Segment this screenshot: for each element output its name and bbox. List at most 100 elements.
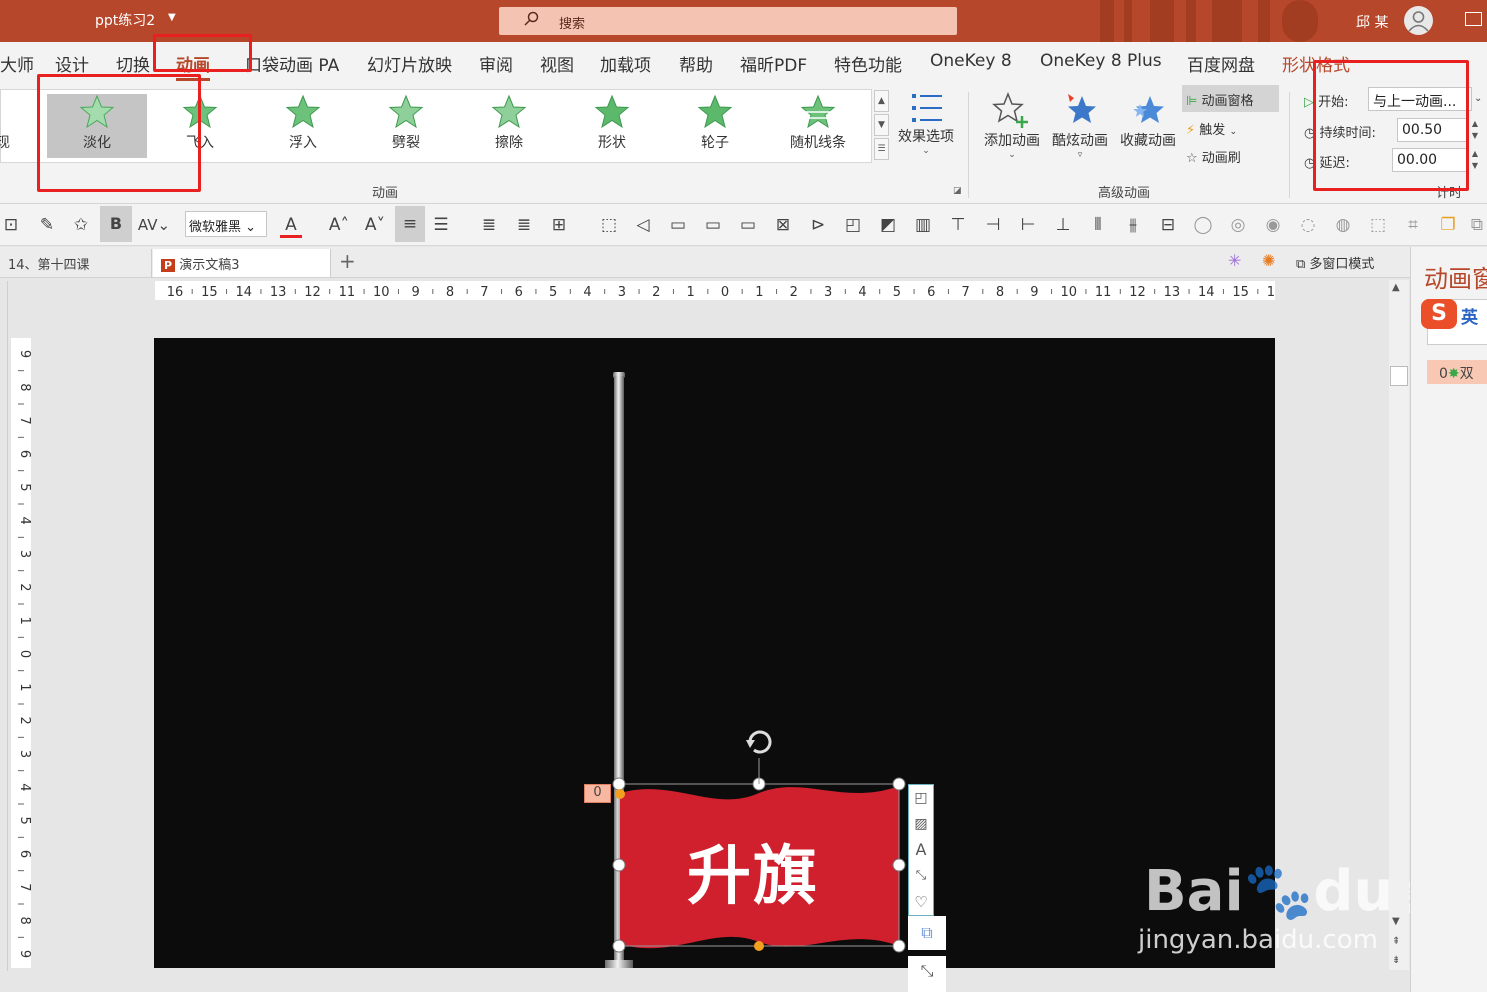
justify-icon[interactable]: ☰ — [430, 214, 452, 236]
resize-handle[interactable] — [892, 777, 906, 791]
align-middle-icon[interactable]: ⊥ — [1052, 214, 1074, 236]
effect-options-button[interactable]: 效果选项 ⌄ — [893, 90, 959, 166]
cool-animation-button[interactable]: 酷炫动画 ▿ — [1048, 90, 1112, 160]
bring-forward-icon[interactable]: ❐ — [1437, 214, 1459, 236]
user-name[interactable]: 邱 某 — [1356, 12, 1388, 32]
next-slide-icon[interactable]: ⇟ — [1392, 955, 1400, 966]
resize-handle[interactable] — [612, 858, 626, 872]
add-animation-button[interactable]: 添加动画 ⌄ — [980, 90, 1044, 160]
tab-onekey8-plus[interactable]: OneKey 8 Plus — [1040, 51, 1162, 71]
effect-split[interactable]: 劈裂 — [356, 94, 456, 158]
animation-pane-button[interactable]: ⊫ 动画窗格 — [1182, 85, 1279, 112]
align-center-icon[interactable]: ≡ — [395, 206, 425, 242]
resize-handle[interactable] — [612, 939, 626, 953]
magic-icon[interactable]: ✳ — [1228, 251, 1241, 270]
animation-order-tag[interactable]: 0 — [584, 784, 611, 803]
align-right-edge-icon[interactable]: ⊣ — [982, 214, 1004, 236]
trigger-button[interactable]: ⚡ 触发 ⌄ — [1186, 119, 1237, 138]
slide-canvas[interactable]: 升旗 0 ◰ ▨ A ⤡ ♡ ⧉ ⤡ — [154, 338, 1275, 992]
avatar[interactable] — [1404, 6, 1433, 35]
title-dropdown-icon[interactable]: ▼ — [168, 12, 176, 23]
tab-pocket-animation[interactable]: 口袋动画 PA — [245, 51, 339, 76]
align-left-edge-icon[interactable]: ⊢ — [1017, 214, 1039, 236]
font-color-icon[interactable]: A — [280, 214, 302, 238]
fragment-icon[interactable]: ◌ — [1297, 214, 1319, 236]
effect-random-bars[interactable]: 随机线条 — [768, 94, 868, 158]
scroll-down-icon[interactable]: ▼ — [1392, 916, 1400, 927]
effect-wipe[interactable]: 擦除 — [459, 94, 559, 158]
text-box-2-icon[interactable]: ⊳ — [807, 214, 829, 236]
tab-review[interactable]: 审阅 — [479, 51, 513, 76]
box-icon[interactable]: ▭ — [667, 214, 689, 236]
effect-appear[interactable]: 现 — [0, 94, 14, 158]
gallery-expand[interactable]: ☰ — [874, 138, 889, 160]
duration-spinner[interactable]: ▲ ▼ — [1469, 118, 1481, 142]
arrow-left-icon[interactable]: ◁ — [632, 214, 654, 236]
prev-slide-icon[interactable]: ⇞ — [1392, 936, 1400, 947]
gallery-scroll-up[interactable]: ▲ — [874, 90, 889, 112]
chart-icon[interactable]: ▥ — [912, 214, 934, 236]
resize-handle[interactable] — [892, 939, 906, 953]
effect-float-in[interactable]: 浮入 — [253, 94, 353, 158]
decrease-font-icon[interactable]: A˅ — [364, 214, 386, 236]
distribute-v-icon[interactable]: ⫵ — [1122, 214, 1144, 236]
multi-window-button[interactable]: ⧉ 多窗口模式 — [1296, 253, 1374, 272]
gallery-scroll-down[interactable]: ▼ — [874, 114, 889, 136]
sogou-ime-icon[interactable]: S — [1421, 299, 1457, 329]
union-icon[interactable]: ◎ — [1227, 214, 1249, 236]
doc-tab-lesson14[interactable]: 14、第十四课 — [0, 249, 152, 277]
tab-onekey8[interactable]: OneKey 8 — [930, 51, 1012, 71]
align-left-icon[interactable]: ≣ — [478, 214, 500, 236]
dialog-launcher-icon[interactable]: ◪ — [953, 186, 962, 196]
scroll-up-icon[interactable]: ▲ — [1392, 282, 1400, 293]
effect-wheel[interactable]: 轮子 — [665, 94, 765, 158]
distribute-h-icon[interactable]: ⫴ — [1087, 214, 1109, 236]
shape-select-icon[interactable]: ⬚ — [598, 214, 620, 236]
align-right-icon[interactable]: ≣ — [513, 214, 535, 236]
tab-master[interactable]: 大师 — [0, 51, 34, 76]
settings-gear-icon[interactable]: ✺ — [1262, 251, 1275, 270]
expand-icon[interactable]: ⤡ — [908, 956, 946, 992]
text-box-icon[interactable]: ⊠ — [772, 214, 794, 236]
format-painter-icon[interactable]: ✎ — [36, 214, 58, 236]
tab-special-features[interactable]: 特色功能 — [834, 51, 902, 76]
doc-tab-presentation3[interactable]: P 演示文稿3 — [153, 249, 331, 277]
text-icon[interactable]: A — [909, 837, 933, 863]
align-top-icon[interactable]: ⊤ — [947, 214, 969, 236]
combine-icon[interactable]: ◉ — [1262, 214, 1284, 236]
tab-foxit-pdf[interactable]: 福昕PDF — [740, 51, 807, 76]
star-effect-icon[interactable]: ✩ — [70, 214, 92, 236]
restore-window-icon[interactable] — [1465, 12, 1482, 26]
layout-icon[interactable]: ⊡ — [0, 214, 22, 236]
group-icon[interactable]: ⊟ — [1157, 214, 1179, 236]
box-bottom-icon[interactable]: ▭ — [702, 214, 724, 236]
slide-scrollbar[interactable]: ▲ ▼ ⇞ ⇟ — [1389, 280, 1409, 970]
animation-painter-button[interactable]: ☆ 动画刷 — [1186, 147, 1241, 166]
tab-addins[interactable]: 加载项 — [600, 51, 651, 76]
layer-icon[interactable]: ⧉ — [908, 916, 946, 950]
font-name-select[interactable]: 微软雅黑 ⌄ — [185, 211, 267, 237]
image-icon[interactable]: ▨ — [909, 811, 933, 837]
flag-text[interactable]: 升旗 — [687, 825, 819, 917]
tab-baidu-netdisk[interactable]: 百度网盘 — [1187, 51, 1255, 76]
scroll-thumb[interactable] — [1390, 366, 1408, 386]
adjust-handle[interactable] — [615, 789, 625, 799]
effect-shape[interactable]: 形状 — [562, 94, 662, 158]
tab-transitions[interactable]: 切换 — [116, 51, 150, 76]
increase-font-icon[interactable]: A˄ — [328, 214, 350, 236]
tab-help[interactable]: 帮助 — [679, 51, 713, 76]
edit-shape-icon[interactable]: ◩ — [877, 214, 899, 236]
chevron-down-icon[interactable]: ⌄ — [1474, 93, 1482, 104]
new-tab-icon[interactable]: + — [339, 249, 356, 273]
box-top-icon[interactable]: ▭ — [737, 214, 759, 236]
ime-mode[interactable]: 英 — [1461, 303, 1478, 328]
bold-button[interactable]: B — [100, 206, 132, 242]
tab-slideshow[interactable]: 幻灯片放映 — [367, 51, 452, 76]
favorite-animation-button[interactable]: 收藏动画 — [1116, 90, 1180, 150]
resize-handle[interactable] — [612, 777, 626, 791]
resize-handle[interactable] — [892, 858, 906, 872]
crop-icon[interactable]: ⌗ — [1402, 214, 1424, 236]
send-backward-icon[interactable]: ⧉ — [1466, 214, 1487, 236]
char-spacing-icon[interactable]: AV⌄ — [136, 214, 172, 236]
table-icon[interactable]: ⊞ — [548, 214, 570, 236]
